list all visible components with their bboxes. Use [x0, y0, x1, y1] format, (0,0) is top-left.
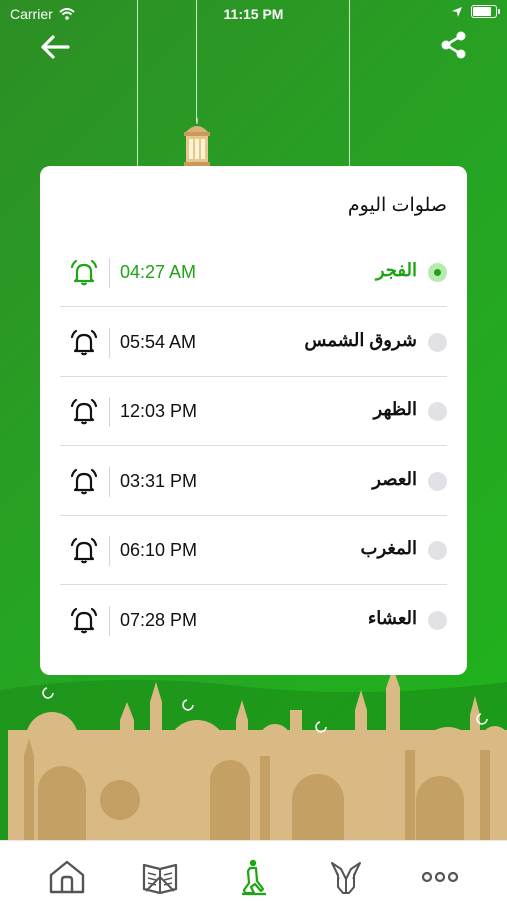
- prayer-time: 04:27 AM: [120, 262, 197, 282]
- prayer-radio[interactable]: [428, 541, 447, 560]
- dua-hands-icon[interactable]: [326, 857, 366, 897]
- home-icon[interactable]: [47, 857, 87, 897]
- row-divider: [60, 584, 447, 585]
- share-icon[interactable]: [439, 30, 469, 60]
- prayer-radio[interactable]: [428, 611, 447, 630]
- status-right: [451, 5, 500, 18]
- clock-time: 11:15 PM: [223, 6, 284, 22]
- prayer-row-isha[interactable]: العشاء 07:28 PM: [60, 586, 447, 655]
- prayer-row-sunrise[interactable]: شروق الشمس 05:54 AM: [60, 308, 447, 377]
- location-arrow-icon: [452, 6, 462, 17]
- battery-icon: [471, 5, 500, 18]
- prayer-person-icon[interactable]: [233, 857, 273, 897]
- prayer-row-maghrib[interactable]: المغرب 06:10 PM: [60, 516, 447, 585]
- prayer-time: 06:10 PM: [120, 540, 198, 560]
- prayer-time: 05:54 AM: [120, 332, 197, 352]
- alarm-bell-icon[interactable]: [69, 536, 99, 566]
- alarm-bell-icon[interactable]: [69, 467, 99, 497]
- prayer-time: 07:28 PM: [120, 610, 198, 630]
- lantern-icon: [184, 118, 210, 166]
- prayer-name: المغرب: [360, 538, 417, 558]
- bottom-tab-bar: [0, 840, 507, 901]
- prayer-times-card: صلوات اليوم الفجر 04:27 AM شروق الشمس 05…: [40, 166, 467, 675]
- alarm-bell-icon[interactable]: [69, 397, 99, 427]
- prayer-row-dhuhr[interactable]: الظهر 12:03 PM: [60, 377, 447, 446]
- divider: [109, 536, 110, 566]
- prayer-row-asr[interactable]: العصر 03:31 PM: [60, 447, 447, 516]
- alarm-bell-icon[interactable]: [69, 606, 99, 636]
- divider: [109, 397, 110, 427]
- prayer-time: 03:31 PM: [120, 471, 198, 491]
- row-divider: [60, 445, 447, 446]
- prayer-radio[interactable]: [428, 472, 447, 491]
- more-dots-icon[interactable]: [420, 857, 460, 897]
- mosque-skyline-illustration: [0, 668, 507, 840]
- divider: [109, 606, 110, 636]
- card-title: صلوات اليوم: [347, 195, 447, 216]
- prayer-name: شروق الشمس: [304, 330, 417, 350]
- prayer-time: 12:03 PM: [120, 401, 198, 421]
- divider: [109, 467, 110, 497]
- alarm-bell-icon[interactable]: [69, 258, 99, 288]
- prayer-name: الظهر: [373, 399, 417, 419]
- prayer-row-fajr[interactable]: الفجر 04:27 AM: [60, 238, 447, 307]
- divider: [109, 258, 110, 288]
- status-bar: Carrier 11:15 PM: [0, 0, 507, 28]
- prayer-radio[interactable]: [428, 402, 447, 421]
- alarm-bell-icon[interactable]: [69, 328, 99, 358]
- prayer-radio[interactable]: [428, 333, 447, 352]
- divider: [109, 328, 110, 358]
- prayer-name: الفجر: [375, 260, 417, 280]
- arrow-left-icon[interactable]: [38, 30, 72, 64]
- quran-book-icon[interactable]: [140, 857, 180, 897]
- prayer-name: العصر: [372, 469, 417, 489]
- prayer-radio[interactable]: [428, 263, 447, 282]
- row-divider: [60, 306, 447, 307]
- prayer-name: العشاء: [367, 608, 417, 628]
